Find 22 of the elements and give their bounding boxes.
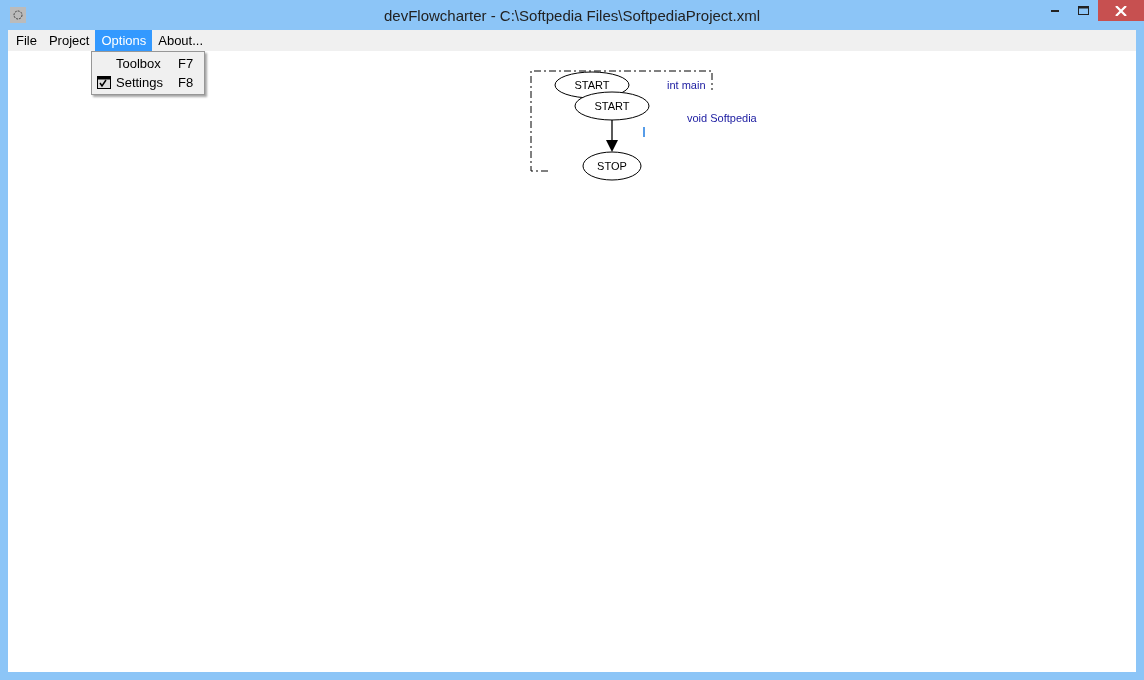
menu-option[interactable]: Toolbox [116,56,178,71]
text-cursor [643,126,645,138]
code-label: void Softpedia [687,112,757,124]
shortcut-key: F8 [178,75,204,90]
app-icon [10,7,26,23]
menu-item[interactable]: About... [152,30,210,51]
node-label: STOP [597,160,627,172]
maximize-icon [1078,5,1089,16]
node-label: START [574,79,610,91]
window-title: devFlowcharter - C:\Softpedia Files\SoftpediaProject.xml [383,6,761,24]
close-button[interactable] [1098,0,1144,21]
menu-item[interactable]: Project [42,30,96,51]
code-label: int main [667,79,706,91]
close-icon [1115,5,1127,16]
menu-item[interactable]: File [10,30,43,51]
checklist-icon [97,76,111,89]
minimize-icon [1049,9,1060,12]
terminal-node [582,151,642,181]
menu-option[interactable]: Settings [116,75,178,90]
flow-arrow [606,119,618,152]
node-label: START [594,100,630,112]
shortcut-key: F7 [178,56,204,71]
